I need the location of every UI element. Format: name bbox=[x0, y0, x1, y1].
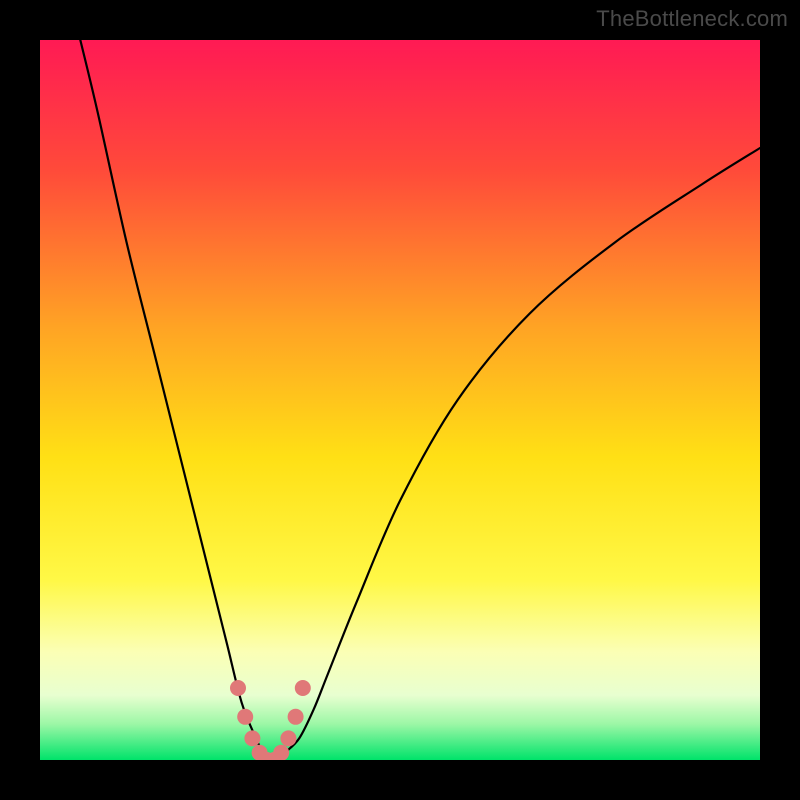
watermark-text: TheBottleneck.com bbox=[596, 6, 788, 32]
gradient-background bbox=[40, 40, 760, 760]
chart-container: TheBottleneck.com bbox=[0, 0, 800, 800]
plot-area bbox=[40, 40, 760, 760]
